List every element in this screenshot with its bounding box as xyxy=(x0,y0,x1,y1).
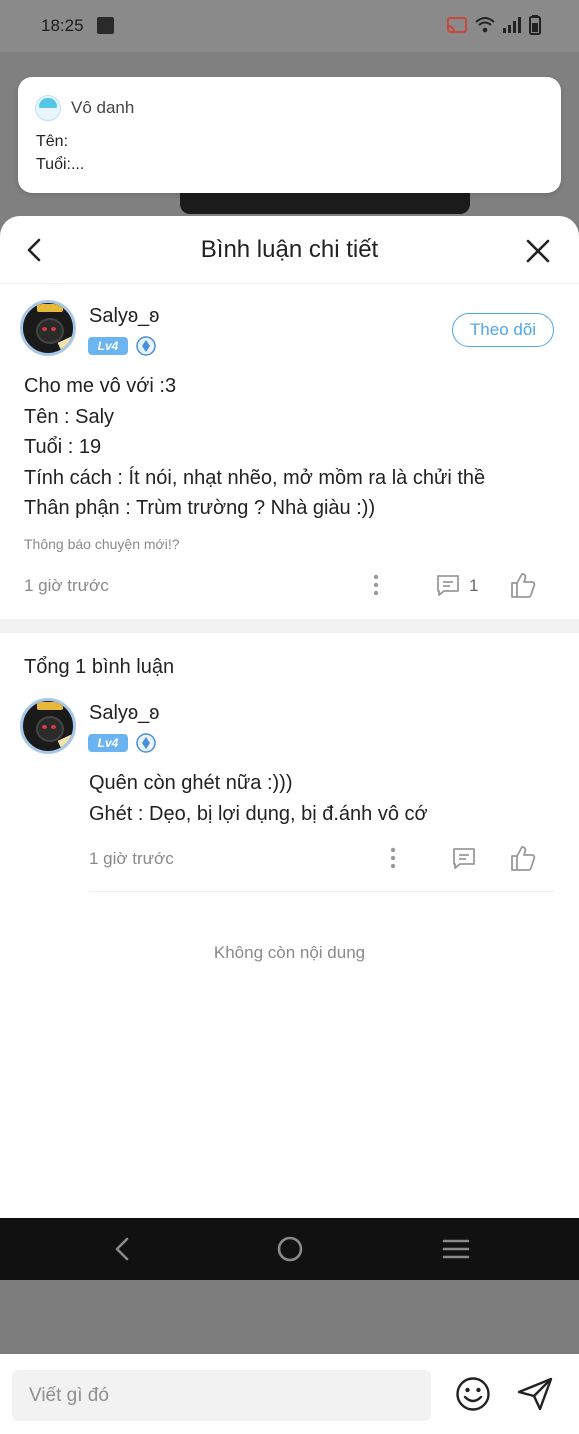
signal-icon xyxy=(503,17,521,33)
comment-text-line: Quên còn ghét nữa :))) xyxy=(89,772,293,794)
follow-button[interactable]: Theo dõi xyxy=(452,313,554,347)
status-bar: 18:25 xyxy=(0,0,579,52)
composer-bar xyxy=(0,1354,579,1434)
post-text-line: Cho me vô với :3 xyxy=(24,375,177,397)
end-of-content: Không còn nội dung xyxy=(213,943,366,962)
comment-timestamp: 1 giờ trước xyxy=(89,849,174,868)
battery-icon xyxy=(529,15,541,35)
comment-total: Tổng 1 bình luận xyxy=(24,656,175,678)
close-button[interactable] xyxy=(525,238,551,264)
level-badge: Lv4 xyxy=(88,734,128,752)
diamond-badge-icon xyxy=(136,336,156,356)
comment-separator xyxy=(89,891,555,892)
status-time: 18:25 xyxy=(41,16,84,35)
nav-recents-icon[interactable] xyxy=(441,1234,471,1264)
post-text-line: Tuổi : 19 xyxy=(24,436,102,458)
more-options-icon[interactable] xyxy=(383,845,403,871)
nav-home-icon[interactable] xyxy=(275,1234,305,1264)
comment-text-line: Ghét : Dẹo, bị lợi dụng, bị đ.ánh vô cớ xyxy=(89,803,428,825)
comment-count: 1 xyxy=(469,576,479,595)
notification-header: Vô danh xyxy=(35,95,134,121)
comment-detail-sheet: Bình luận chi tiết Salyʚ_ʚ Lv4 Theo dõi … xyxy=(0,216,579,1434)
comment-input[interactable] xyxy=(12,1370,431,1421)
sheet-header: Bình luận chi tiết xyxy=(0,216,579,284)
post-text-line: Tính cách : Ít nói, nhạt nhẽo, mở mồm ra… xyxy=(24,467,486,489)
like-icon[interactable] xyxy=(510,844,536,872)
post-text-line: Thân phận : Trùm trường ? Nhà giàu :)) xyxy=(24,497,376,519)
cast-icon xyxy=(447,17,467,33)
comment-username[interactable]: Salyʚ_ʚ xyxy=(89,702,159,725)
post-text-line: Tên : Saly xyxy=(24,406,115,428)
avatar[interactable] xyxy=(20,300,76,356)
post-timestamp: 1 giờ trước xyxy=(24,576,109,595)
sheet-title: Bình luận chi tiết xyxy=(200,236,379,263)
level-badge: Lv4 xyxy=(88,337,128,355)
status-icons xyxy=(446,15,541,35)
mail-icon xyxy=(97,17,114,34)
comment-icon[interactable] xyxy=(435,572,461,598)
more-options-icon[interactable] xyxy=(366,572,386,598)
wifi-icon xyxy=(475,17,495,33)
send-icon[interactable] xyxy=(516,1376,554,1412)
like-icon[interactable] xyxy=(510,571,536,599)
notification-line: Tuổi:... xyxy=(36,156,85,173)
post-note[interactable]: Thông báo chuyện mới!? xyxy=(24,536,180,552)
notification-app-name: Vô danh xyxy=(71,98,135,117)
section-divider xyxy=(0,619,579,633)
avatar[interactable] xyxy=(20,698,76,754)
emoji-icon[interactable] xyxy=(455,1376,491,1412)
post-username[interactable]: Salyʚ_ʚ xyxy=(89,305,159,328)
system-nav-bar xyxy=(0,1218,579,1280)
notification-card[interactable]: Vô danh Tên: Tuổi:... xyxy=(18,77,561,193)
reply-icon[interactable] xyxy=(451,845,477,871)
app-icon xyxy=(35,95,61,121)
diamond-badge-icon xyxy=(136,733,156,753)
notification-line: Tên: xyxy=(36,133,69,150)
nav-back-icon[interactable] xyxy=(108,1234,138,1264)
